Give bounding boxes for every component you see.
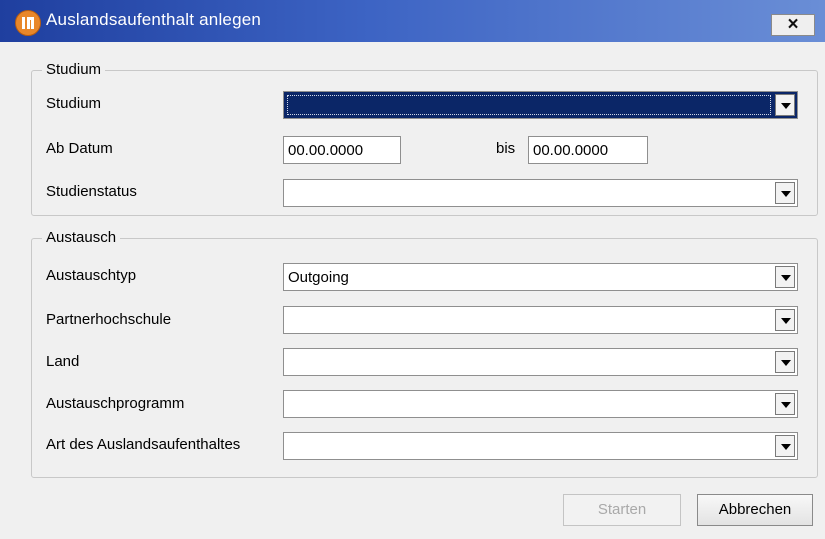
app-logo-icon [15,10,41,36]
austauschprogramm-label: Austauschprogramm [46,395,185,412]
austauschtyp-label: Austauschtyp [46,267,137,284]
chevron-down-icon [781,318,791,324]
land-label: Land [46,353,80,370]
partnerhochschule-label: Partnerhochschule [46,311,172,328]
studienstatus-dropdown-button[interactable] [775,182,795,204]
chevron-down-icon [781,402,791,408]
austauschprogramm-dropdown-button[interactable] [775,393,795,415]
art-auslandsaufenthalt-label: Art des Auslandsaufenthaltes [46,436,241,453]
chevron-down-icon [781,191,791,197]
chevron-down-icon [781,360,791,366]
studium-dropdown-button[interactable] [775,94,795,116]
austausch-group-label: Austausch [42,229,121,246]
ab-datum-label: Ab Datum [46,140,113,157]
austauschtyp-dropdown-button[interactable] [775,266,795,288]
studium-group-label: Studium [42,61,106,78]
cancel-button[interactable]: Abbrechen [697,494,813,526]
studium-dropdown[interactable] [283,91,798,119]
bis-datum-value: 00.00.0000 [533,142,609,159]
bis-datum-input[interactable]: 00.00.0000 [528,136,648,164]
studienstatus-label: Studienstatus [46,183,137,200]
focus-rect [287,95,771,115]
bis-label: bis [496,140,516,157]
chevron-down-icon [781,103,791,109]
austauschprogramm-dropdown[interactable] [283,390,798,418]
partnerhochschule-dropdown-button[interactable] [775,309,795,331]
partnerhochschule-dropdown[interactable] [283,306,798,334]
close-icon: × [787,14,799,35]
art-auslandsaufenthalt-dropdown-button[interactable] [775,435,795,457]
ab-datum-value: 00.00.0000 [288,142,364,159]
chevron-down-icon [781,275,791,281]
art-auslandsaufenthalt-dropdown[interactable] [283,432,798,460]
land-dropdown[interactable] [283,348,798,376]
ab-datum-input[interactable]: 00.00.0000 [283,136,401,164]
austauschtyp-dropdown[interactable]: Outgoing [283,263,798,291]
close-button[interactable]: × [771,14,815,36]
title-bar: Auslandsaufenthalt anlegen × [0,0,825,42]
studienstatus-dropdown[interactable] [283,179,798,207]
studium-label: Studium [46,95,102,112]
land-dropdown-button[interactable] [775,351,795,373]
chevron-down-icon [781,444,791,450]
start-button[interactable]: Starten [563,494,681,526]
window-title: Auslandsaufenthalt anlegen [46,10,262,29]
austauschtyp-value: Outgoing [288,269,349,286]
